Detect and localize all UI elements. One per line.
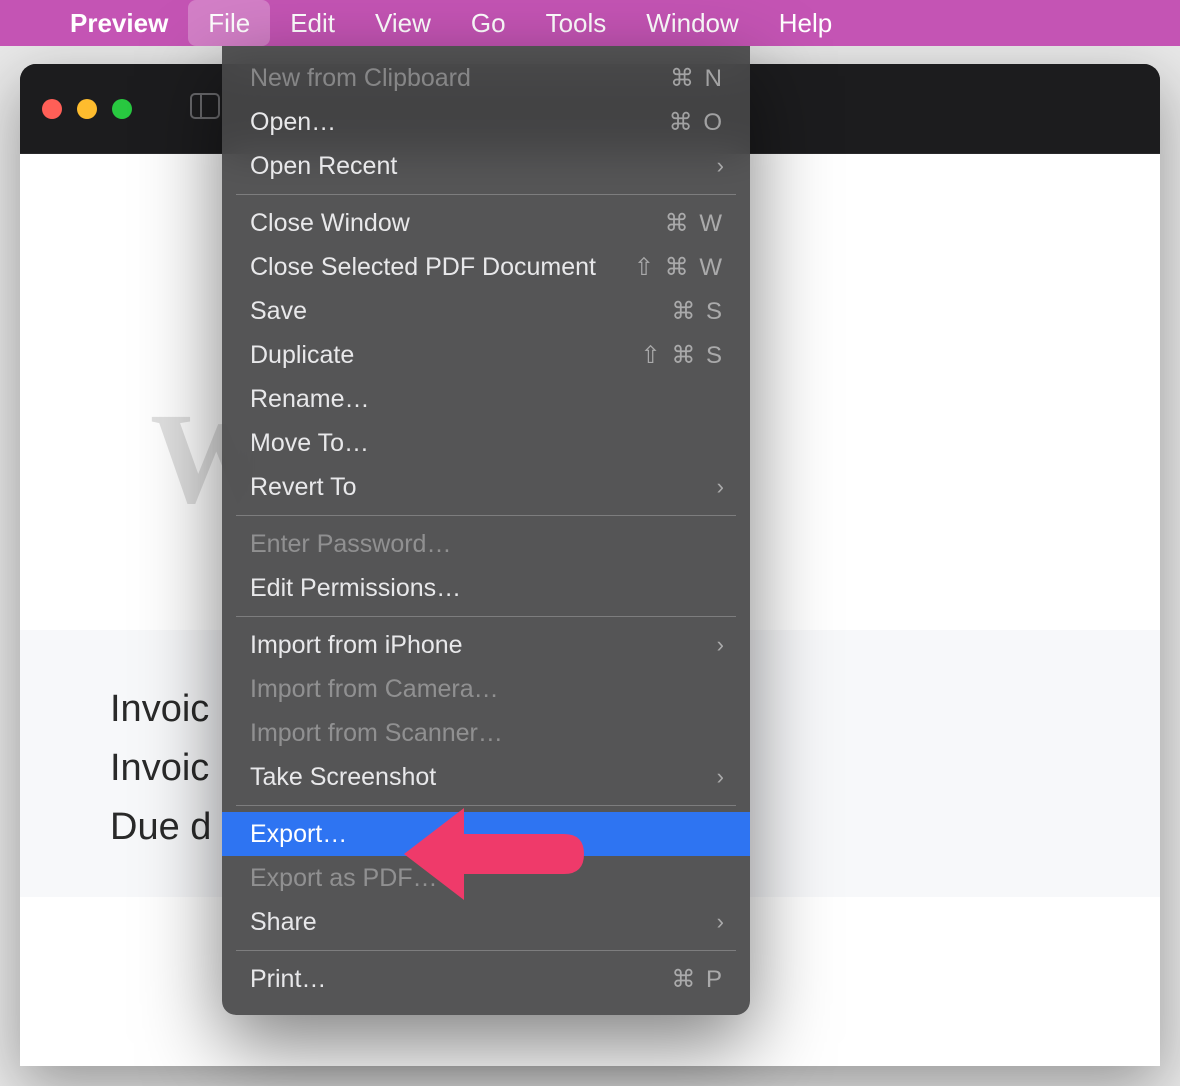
menu-item-open-recent[interactable]: Open Recent› xyxy=(222,144,750,188)
menu-item-label: Open… xyxy=(250,108,669,137)
menu-item-label: Revert To xyxy=(250,473,717,502)
menu-item-label: Edit Permissions… xyxy=(250,574,724,603)
macos-menubar: Preview File Edit View Go Tools Window H… xyxy=(0,0,1180,46)
menu-item-import-from-iphone[interactable]: Import from iPhone› xyxy=(222,623,750,667)
chevron-right-icon: › xyxy=(717,909,724,935)
menubar-item-file[interactable]: File xyxy=(188,0,270,46)
keyboard-shortcut: ⌘ N xyxy=(670,64,724,93)
menu-item-import-from-camera: Import from Camera… xyxy=(222,667,750,711)
menu-item-rename[interactable]: Rename… xyxy=(222,377,750,421)
file-menu-dropdown: New from Clipboard⌘ NOpen…⌘ OOpen Recent… xyxy=(222,46,750,1015)
menu-separator xyxy=(236,805,736,806)
menu-item-edit-permissions[interactable]: Edit Permissions… xyxy=(222,566,750,610)
keyboard-shortcut: ⇧ ⌘ W xyxy=(634,253,724,282)
menu-item-label: Duplicate xyxy=(250,341,641,370)
menu-separator xyxy=(236,616,736,617)
menu-item-new-from-clipboard: New from Clipboard⌘ N xyxy=(222,56,750,100)
keyboard-shortcut: ⌘ O xyxy=(669,108,724,137)
menu-item-take-screenshot[interactable]: Take Screenshot› xyxy=(222,755,750,799)
menu-item-save[interactable]: Save⌘ S xyxy=(222,289,750,333)
menu-separator xyxy=(236,950,736,951)
chevron-right-icon: › xyxy=(717,764,724,790)
menu-item-label: Enter Password… xyxy=(250,530,724,559)
menu-item-revert-to[interactable]: Revert To› xyxy=(222,465,750,509)
menu-item-label: Take Screenshot xyxy=(250,763,717,792)
menu-item-label: Rename… xyxy=(250,385,724,414)
menu-item-label: Print… xyxy=(250,965,671,994)
menubar-item-view[interactable]: View xyxy=(355,0,451,46)
menubar-item-tools[interactable]: Tools xyxy=(526,0,627,46)
menu-item-export-as-pdf: Export as PDF… xyxy=(222,856,750,900)
sidebar-toggle-icon[interactable] xyxy=(190,93,220,124)
menu-item-label: Move To… xyxy=(250,429,724,458)
close-window-button[interactable] xyxy=(42,99,62,119)
menu-item-duplicate[interactable]: Duplicate⇧ ⌘ S xyxy=(222,333,750,377)
menu-item-import-from-scanner: Import from Scanner… xyxy=(222,711,750,755)
menu-item-open[interactable]: Open…⌘ O xyxy=(222,100,750,144)
menubar-item-go[interactable]: Go xyxy=(451,0,526,46)
menu-item-label: New from Clipboard xyxy=(250,64,670,93)
minimize-window-button[interactable] xyxy=(77,99,97,119)
menu-item-label: Save xyxy=(250,297,671,326)
menu-item-share[interactable]: Share› xyxy=(222,900,750,944)
keyboard-shortcut: ⇧ ⌘ S xyxy=(641,341,724,370)
menu-item-label: Close Selected PDF Document xyxy=(250,253,634,282)
menu-item-label: Share xyxy=(250,908,717,937)
menubar-item-window[interactable]: Window xyxy=(626,0,758,46)
menu-item-label: Close Window xyxy=(250,209,665,238)
menubar-app-name[interactable]: Preview xyxy=(50,0,188,46)
menu-item-label: Open Recent xyxy=(250,152,717,181)
menu-item-close-window[interactable]: Close Window⌘ W xyxy=(222,201,750,245)
menu-item-export[interactable]: Export… xyxy=(222,812,750,856)
keyboard-shortcut: ⌘ P xyxy=(671,965,724,994)
menu-separator xyxy=(236,515,736,516)
chevron-right-icon: › xyxy=(717,632,724,658)
menu-item-move-to[interactable]: Move To… xyxy=(222,421,750,465)
menu-item-label: Import from Camera… xyxy=(250,675,724,704)
menu-item-enter-password: Enter Password… xyxy=(222,522,750,566)
chevron-right-icon: › xyxy=(717,153,724,179)
traffic-lights xyxy=(42,99,132,119)
zoom-window-button[interactable] xyxy=(112,99,132,119)
menu-item-label: Export… xyxy=(250,820,724,849)
chevron-right-icon: › xyxy=(717,474,724,500)
menubar-item-help[interactable]: Help xyxy=(759,0,852,46)
menu-separator xyxy=(236,194,736,195)
menubar-item-edit[interactable]: Edit xyxy=(270,0,355,46)
menu-item-label: Import from iPhone xyxy=(250,631,717,660)
menu-item-label: Export as PDF… xyxy=(250,864,724,893)
keyboard-shortcut: ⌘ W xyxy=(665,209,724,238)
keyboard-shortcut: ⌘ S xyxy=(671,297,724,326)
menu-item-label: Import from Scanner… xyxy=(250,719,724,748)
menu-item-close-selected-pdf-document[interactable]: Close Selected PDF Document⇧ ⌘ W xyxy=(222,245,750,289)
menu-item-print[interactable]: Print…⌘ P xyxy=(222,957,750,1001)
